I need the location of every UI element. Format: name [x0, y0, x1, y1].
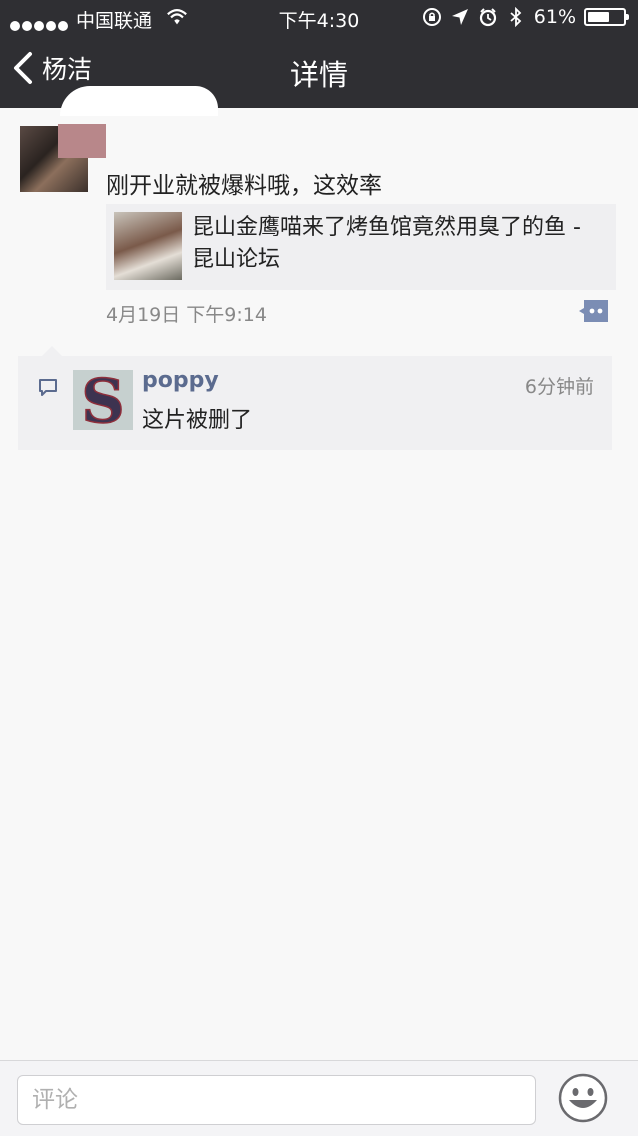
link-title: 昆山金鹰喵来了烤鱼馆竟然用臭了的鱼 - 昆山论坛 [192, 215, 581, 272]
comment-text: 这片被删了 [142, 408, 253, 433]
post-timestamp: 4月19日 下午9:14 [106, 304, 267, 326]
comment-bar [0, 1060, 638, 1136]
bluetooth-icon [510, 7, 522, 27]
rotation-lock-icon [422, 8, 441, 26]
link-thumbnail [114, 212, 182, 280]
comments-arrow [42, 346, 62, 356]
battery-icon [584, 8, 629, 26]
letter-s-avatar-image: S [73, 370, 133, 430]
redaction-mark [60, 86, 218, 116]
svg-text:S: S [81, 370, 124, 430]
alarm-icon [479, 8, 496, 27]
comments-section: S poppy 6分钟前 这片被删了 [18, 346, 612, 450]
location-arrow-icon [451, 9, 468, 25]
comment-author[interactable]: poppy [142, 368, 219, 393]
comment-input[interactable] [17, 1075, 536, 1125]
comment-avatar[interactable]: S [73, 370, 133, 430]
post-text: 刚开业就被爆料哦，这效率 [106, 173, 382, 199]
emoji-smile-icon[interactable] [558, 1073, 608, 1123]
battery-percent: 61% [533, 6, 576, 28]
status-bar: 中国联通 下午4:30 61% [0, 0, 638, 36]
comment-action-button[interactable] [578, 298, 610, 324]
battery-level-fill [588, 12, 609, 22]
shared-link-card[interactable]: 昆山金鹰喵来了烤鱼馆竟然用臭了的鱼 - 昆山论坛 [106, 204, 616, 290]
comment-bubble-icon [39, 379, 57, 396]
avatar-overlay [58, 124, 106, 158]
comment-time: 6分钟前 [524, 376, 594, 398]
